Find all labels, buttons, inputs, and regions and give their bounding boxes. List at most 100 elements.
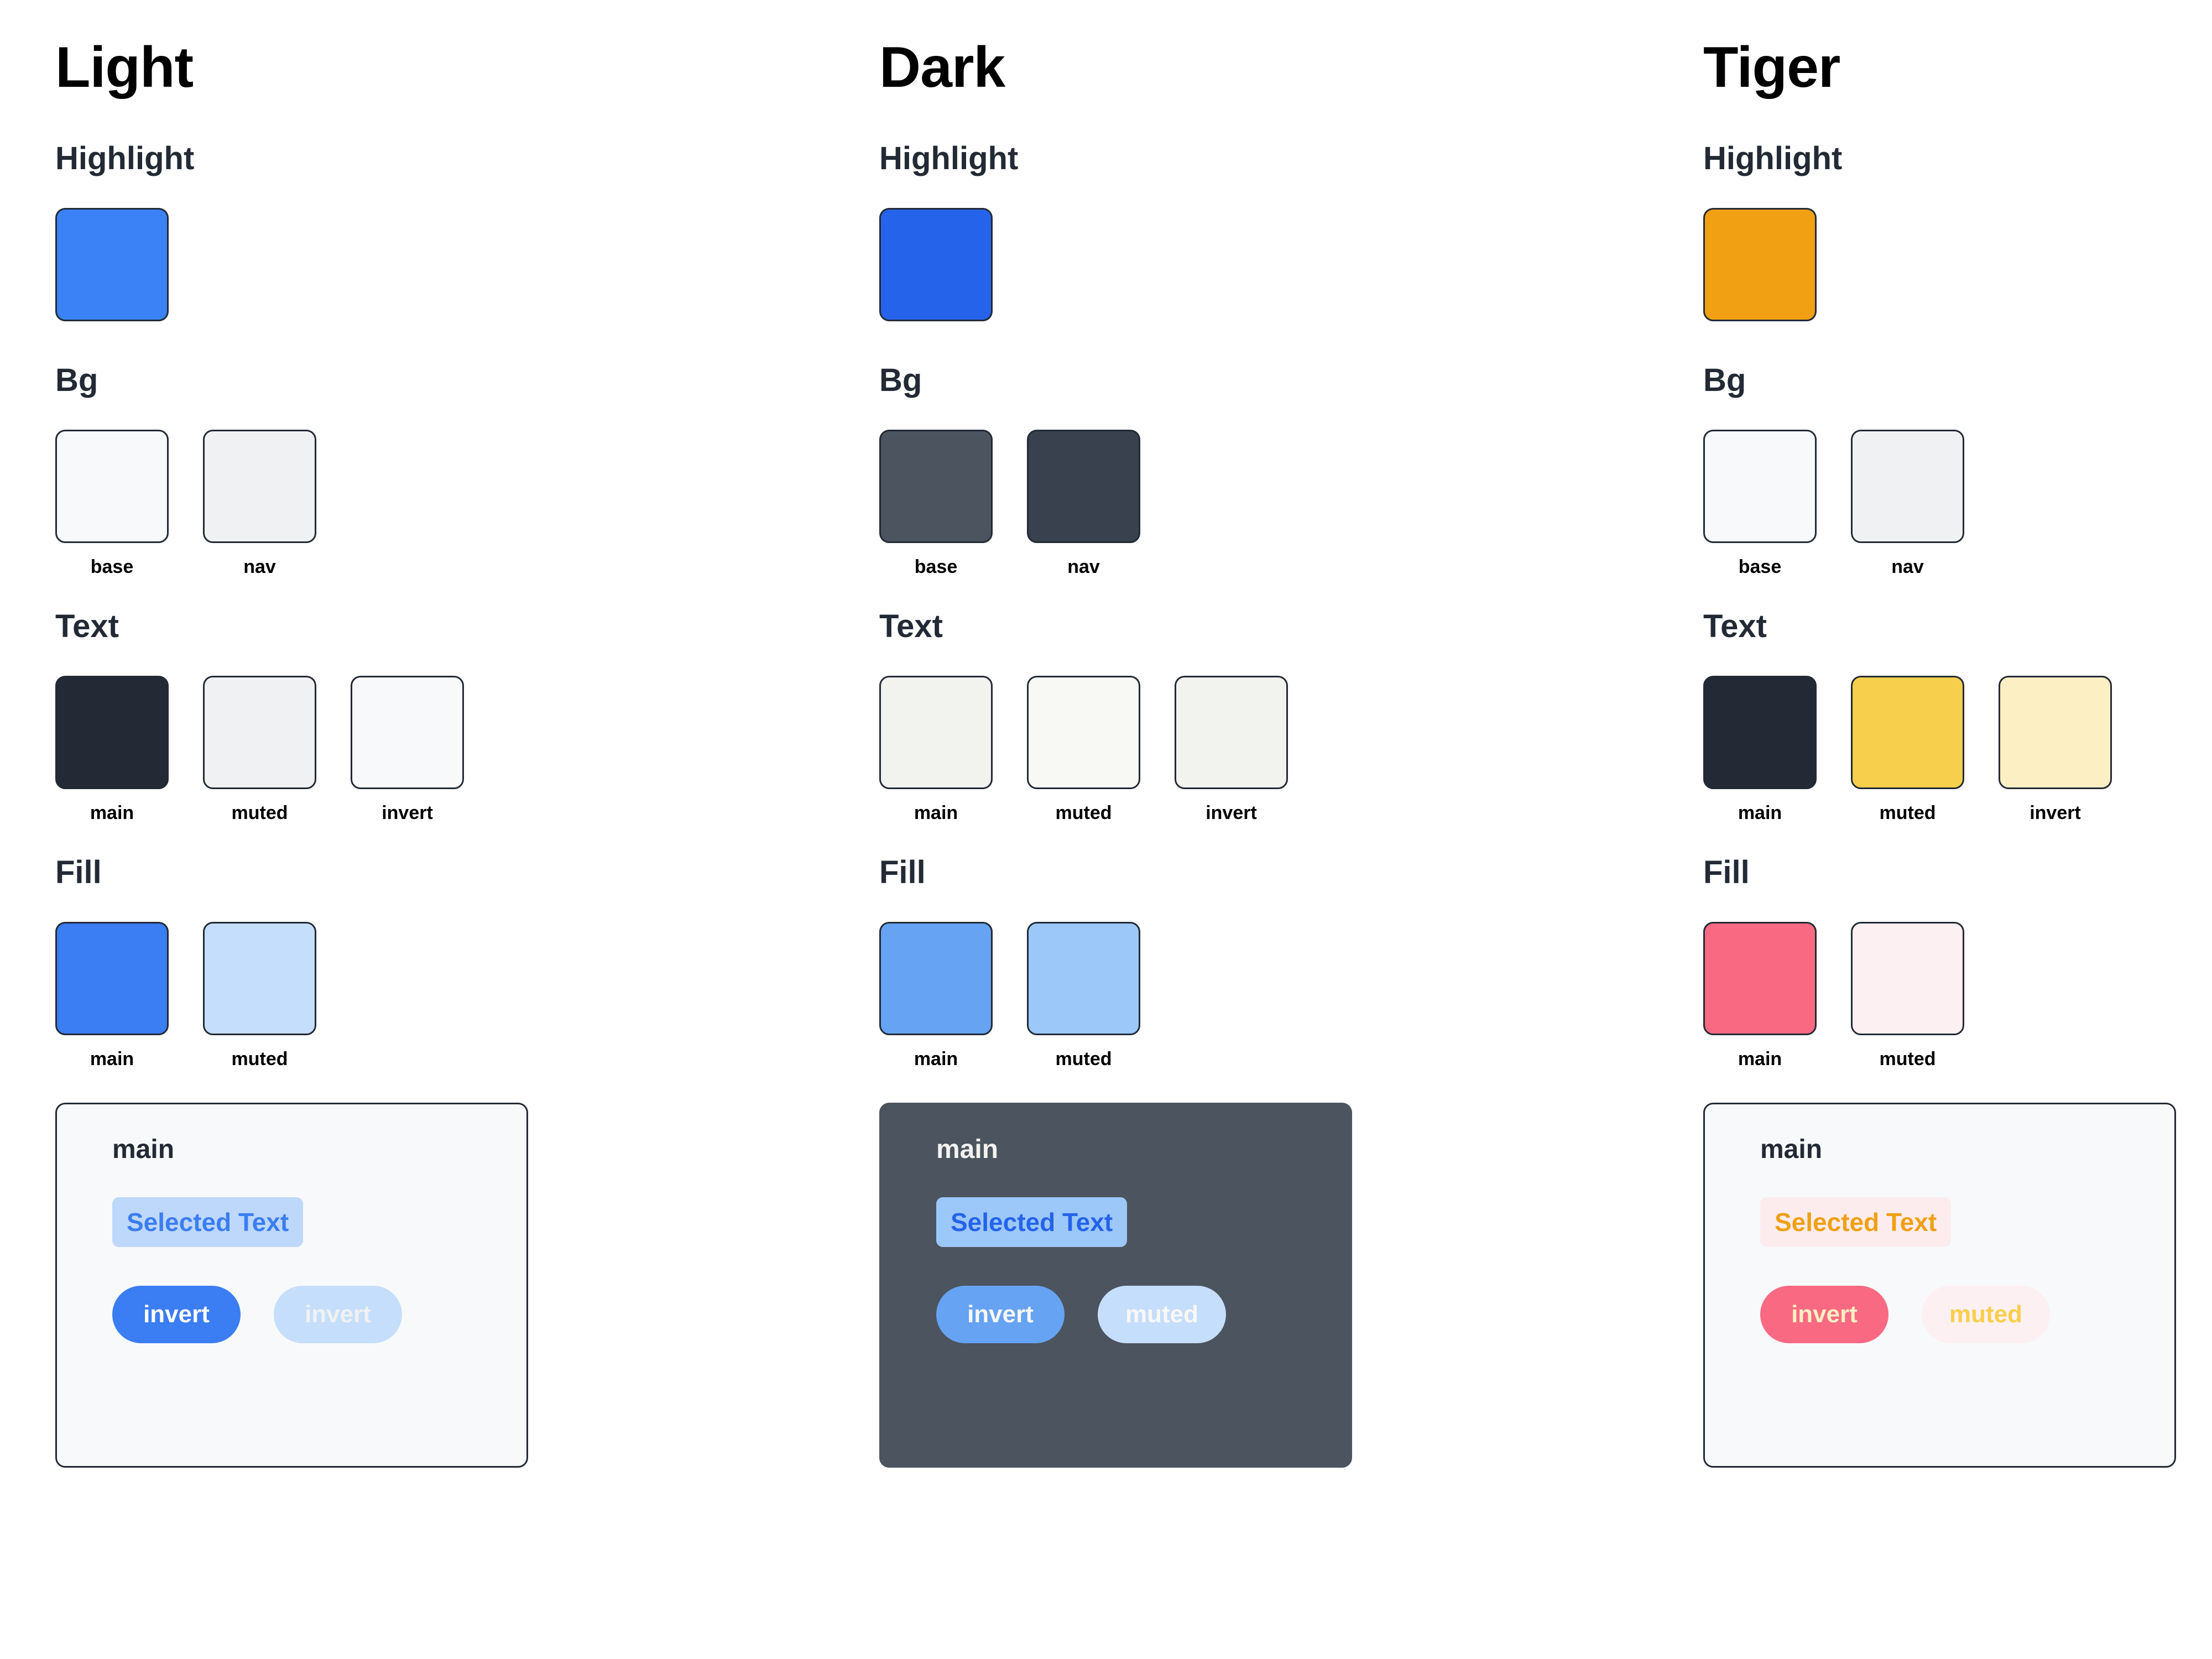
section-title-bg: Bg — [879, 362, 922, 398]
color-swatch-bg-nav[interactable] — [1027, 430, 1140, 543]
selected-text-sample[interactable]: Selected Text — [936, 1197, 1128, 1247]
theme-palette-board: Light Highlight Bg base nav Text main muted inve… — [0, 0, 2212, 1659]
swatch-row-text: main muted invert — [1703, 676, 2212, 822]
swatch-label: main — [1738, 802, 1782, 823]
color-swatch-fill-muted[interactable] — [1027, 922, 1140, 1035]
selected-text-sample[interactable]: Selected Text — [112, 1197, 304, 1247]
preview-button-invert-0[interactable]: invert — [1760, 1286, 1888, 1343]
color-swatch-bg-nav[interactable] — [203, 430, 316, 543]
swatch-cell-highlight[interactable] — [55, 208, 169, 321]
preview-button-muted-1[interactable]: muted — [1922, 1286, 2050, 1343]
color-swatch-text-main[interactable] — [1703, 676, 1817, 789]
color-swatch-text-main[interactable] — [55, 676, 169, 789]
swatch-cell-bg-base[interactable]: base — [55, 430, 169, 576]
swatch-cell-highlight[interactable] — [879, 208, 993, 321]
color-swatch-bg-base[interactable] — [1703, 430, 1817, 543]
color-swatch-fill-muted[interactable] — [1851, 922, 1964, 1035]
swatch-cell-text-invert[interactable]: invert — [1175, 676, 1288, 822]
section-title-fill: Fill — [879, 854, 926, 890]
preview-button-invert-0[interactable]: invert — [936, 1286, 1065, 1343]
color-swatch-text-muted[interactable] — [1027, 676, 1140, 789]
swatch-cell-text-muted[interactable]: muted — [1851, 676, 1964, 822]
swatch-label: muted — [1879, 1048, 1936, 1070]
preview-button-invert-0[interactable]: invert — [112, 1286, 241, 1343]
section-fill: Fill main muted — [879, 857, 1703, 1068]
swatch-cell-text-main[interactable]: main — [879, 676, 993, 822]
swatch-row-highlight — [1703, 208, 2212, 321]
swatch-cell-fill-muted[interactable]: muted — [1851, 922, 1964, 1068]
theme-title: Tiger — [1703, 35, 1840, 100]
theme-preview-card: main Selected Text invert muted — [1703, 1103, 2176, 1468]
section-bg: Bg base nav — [879, 364, 1703, 576]
swatch-cell-bg-nav[interactable]: nav — [203, 430, 316, 576]
swatch-cell-fill-muted[interactable]: muted — [1027, 922, 1140, 1068]
theme-preview-card: main Selected Text invert muted — [879, 1103, 1352, 1468]
color-swatch-bg-nav[interactable] — [1851, 430, 1964, 543]
section-text: Text main muted invert — [879, 611, 1703, 822]
swatch-row-text: main muted invert — [55, 676, 879, 822]
color-swatch-fill-muted[interactable] — [203, 922, 316, 1035]
swatch-cell-bg-base[interactable]: base — [879, 430, 993, 576]
swatch-cell-fill-muted[interactable]: muted — [203, 922, 316, 1068]
preview-button-muted-1[interactable]: muted — [1098, 1286, 1226, 1343]
preview-button-row: invert muted — [936, 1286, 1350, 1343]
preview-button-invert-1[interactable]: invert — [274, 1286, 402, 1343]
preview-button-row: invert muted — [1760, 1286, 2174, 1343]
section-title-fill: Fill — [1703, 854, 1750, 890]
color-swatch-text-muted[interactable] — [1851, 676, 1964, 789]
color-swatch-highlight[interactable] — [55, 208, 169, 321]
swatch-cell-fill-main[interactable]: main — [879, 922, 993, 1068]
color-swatch-text-invert[interactable] — [1175, 676, 1288, 789]
swatch-label: invert — [382, 802, 433, 823]
swatch-label: base — [1738, 556, 1782, 577]
section-fill: Fill main muted — [55, 857, 879, 1068]
section-text: Text main muted invert — [1703, 611, 2212, 822]
selected-text-sample[interactable]: Selected Text — [1760, 1197, 1952, 1247]
color-swatch-text-invert[interactable] — [351, 676, 464, 789]
section-title-highlight: Highlight — [1703, 140, 1843, 176]
section-title-text: Text — [879, 608, 943, 644]
swatch-cell-fill-main[interactable]: main — [1703, 922, 1817, 1068]
color-swatch-text-main[interactable] — [879, 676, 993, 789]
swatch-cell-text-main[interactable]: main — [55, 676, 169, 822]
color-swatch-fill-main[interactable] — [879, 922, 993, 1035]
swatch-cell-fill-main[interactable]: main — [55, 922, 169, 1068]
swatch-cell-text-muted[interactable]: muted — [1027, 676, 1140, 822]
swatch-label: nav — [243, 556, 276, 577]
color-swatch-highlight[interactable] — [1703, 208, 1817, 321]
color-swatch-text-invert[interactable] — [1999, 676, 2112, 789]
swatch-label: main — [914, 1048, 958, 1070]
swatch-label: main — [914, 802, 958, 823]
color-swatch-bg-base[interactable] — [55, 430, 169, 543]
swatch-cell-bg-nav[interactable]: nav — [1851, 430, 1964, 576]
section-highlight: Highlight — [1703, 143, 2212, 321]
selected-text-wrapper: Selected Text — [1760, 1197, 2174, 1286]
swatch-label: muted — [1879, 802, 1936, 823]
swatch-row-fill: main muted — [1703, 922, 2212, 1068]
swatch-row-bg: base nav — [55, 430, 879, 576]
preview-main-label: main — [1760, 1135, 1823, 1164]
swatch-label: muted — [1055, 802, 1112, 823]
color-swatch-fill-main[interactable] — [55, 922, 169, 1035]
swatch-cell-text-invert[interactable]: invert — [351, 676, 464, 822]
swatch-cell-text-main[interactable]: main — [1703, 676, 1817, 822]
color-swatch-text-muted[interactable] — [203, 676, 316, 789]
section-highlight: Highlight — [55, 143, 879, 321]
swatch-cell-bg-base[interactable]: base — [1703, 430, 1817, 576]
swatch-cell-highlight[interactable] — [1703, 208, 1817, 321]
color-swatch-highlight[interactable] — [879, 208, 993, 321]
swatch-label: base — [914, 556, 958, 577]
swatch-cell-text-muted[interactable]: muted — [203, 676, 316, 822]
selected-text-wrapper: Selected Text — [112, 1197, 526, 1286]
swatch-label: main — [1738, 1048, 1782, 1070]
color-swatch-fill-main[interactable] — [1703, 922, 1817, 1035]
swatch-label: nav — [1891, 556, 1924, 577]
theme-column-dark: Dark Highlight Bg base nav Text main muted inver… — [879, 39, 1703, 1659]
swatch-cell-bg-nav[interactable]: nav — [1027, 430, 1140, 576]
theme-preview-card: main Selected Text invert invert — [55, 1103, 528, 1468]
swatch-label: main — [90, 1048, 134, 1070]
section-title-text: Text — [55, 608, 119, 644]
section-title-text: Text — [1703, 608, 1767, 644]
swatch-cell-text-invert[interactable]: invert — [1999, 676, 2112, 822]
color-swatch-bg-base[interactable] — [879, 430, 993, 543]
